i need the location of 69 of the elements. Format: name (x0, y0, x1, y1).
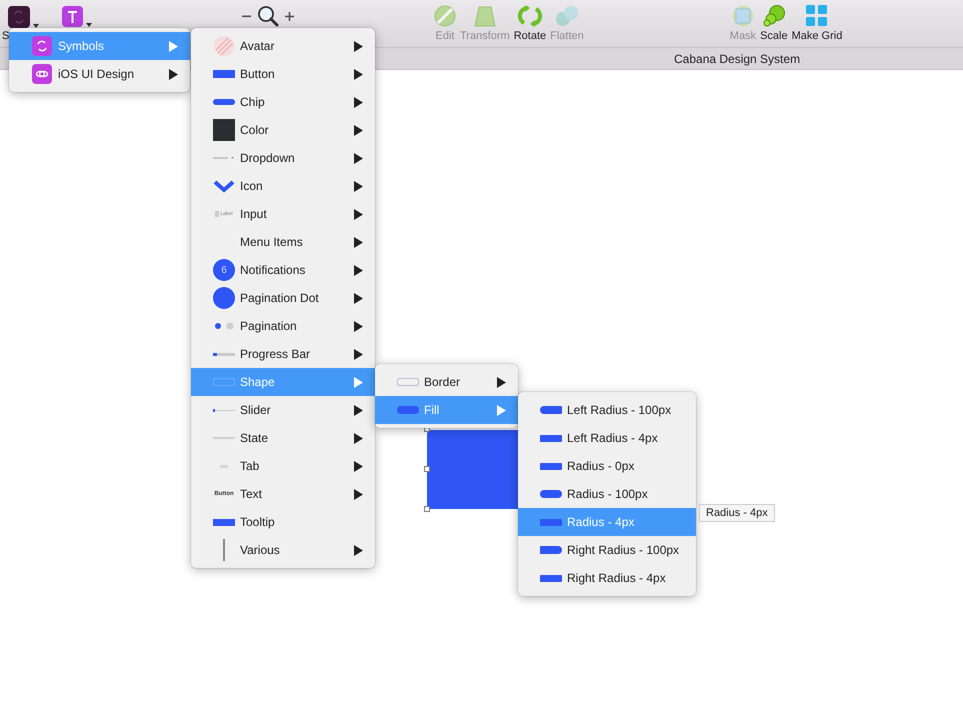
outlined-rectangle-icon (397, 378, 419, 386)
trapezoid-icon (474, 5, 496, 27)
color-swatch-icon (213, 119, 235, 141)
rectangle-icon (540, 462, 562, 470)
slashed-circle-icon (434, 5, 456, 27)
pill-icon (397, 406, 419, 414)
menu-item[interactable]: Slider (191, 396, 375, 424)
zoom-in-icon[interactable] (285, 12, 294, 20)
square-in-circle-icon (732, 5, 754, 27)
menu-item[interactable]: State (191, 424, 375, 452)
menu-item[interactable]: Dropdown (191, 144, 375, 172)
toolbar-button[interactable]: Rotate (514, 5, 546, 43)
pill-icon (540, 546, 562, 554)
menu-item[interactable]: Left Radius - 4px (518, 424, 696, 452)
menu-item[interactable]: Tooltip (191, 508, 375, 536)
toolbar-button[interactable]: Scale (760, 5, 788, 43)
vertical-line-icon (223, 539, 225, 561)
tool-label: S (2, 30, 10, 43)
symbols-app-icon[interactable] (8, 6, 30, 28)
menu-item[interactable]: Tab (191, 452, 375, 480)
menu-item[interactable]: Radius - 0px (518, 452, 696, 480)
selection-handle[interactable] (424, 506, 430, 512)
loop-app-icon (32, 64, 52, 84)
overlapping-circles-icon (554, 5, 579, 27)
menu-item[interactable]: Various (191, 536, 375, 564)
menu-item[interactable]: Avatar (191, 32, 375, 60)
rectangle-icon (540, 434, 562, 442)
tooltip-thumbnail-icon (213, 518, 235, 526)
menu-item[interactable]: Right Radius - 4px (518, 564, 696, 592)
menu-item[interactable]: Button (191, 60, 375, 88)
scaled-circles-icon (762, 5, 785, 27)
avatar-thumbnail-icon (213, 35, 235, 57)
menu-item[interactable]: Pagination Dot (191, 284, 375, 312)
dropdown-thumbnail-icon (213, 156, 235, 160)
selection-handle[interactable] (424, 466, 430, 472)
chip-thumbnail-icon (213, 99, 235, 105)
menu-item[interactable]: Menu Items (191, 228, 375, 256)
menu-item[interactable]: Progress Bar (191, 340, 375, 368)
menu-item[interactable]: Chip (191, 88, 375, 116)
toolbar-button[interactable]: Make Grid (792, 5, 842, 43)
menu-item[interactable]: Border (375, 368, 518, 396)
menu-item[interactable]: Left Radius - 100px (518, 396, 696, 424)
pagination-dots-icon (214, 322, 234, 330)
menu-item[interactable]: Pagination (191, 312, 375, 340)
menu-item[interactable]: 6 Notifications (191, 256, 375, 284)
rectangle-icon (540, 518, 562, 526)
menu-item[interactable]: Icon (191, 172, 375, 200)
dot-icon (213, 287, 235, 309)
menu-item[interactable]: Right Radius - 100px (518, 536, 696, 564)
pill-icon (540, 406, 562, 414)
chevron-down-icon (213, 180, 235, 192)
grid-icon (806, 5, 828, 27)
outlined-rectangle-icon (213, 378, 235, 386)
progress-bar-icon (213, 352, 235, 356)
rectangle-icon (540, 574, 562, 582)
pill-icon (540, 490, 562, 498)
document-title: Cabana Design System (674, 52, 800, 66)
menu-item[interactable]: Radius - 100px (518, 480, 696, 508)
text-tool-icon[interactable] (62, 6, 83, 27)
symbols-app-icon (32, 36, 52, 56)
menu-item[interactable]: Color (191, 116, 375, 144)
menu-item[interactable]: iOS UI Design (9, 60, 190, 88)
slider-thumbnail-icon (213, 408, 235, 412)
button-thumbnail-icon (213, 70, 235, 78)
line-icon (213, 437, 235, 439)
notification-badge: 6 (213, 259, 235, 281)
search-icon[interactable] (257, 5, 279, 27)
tooltip: Radius - 4px (699, 504, 775, 522)
rotate-arrows-icon (516, 5, 543, 27)
